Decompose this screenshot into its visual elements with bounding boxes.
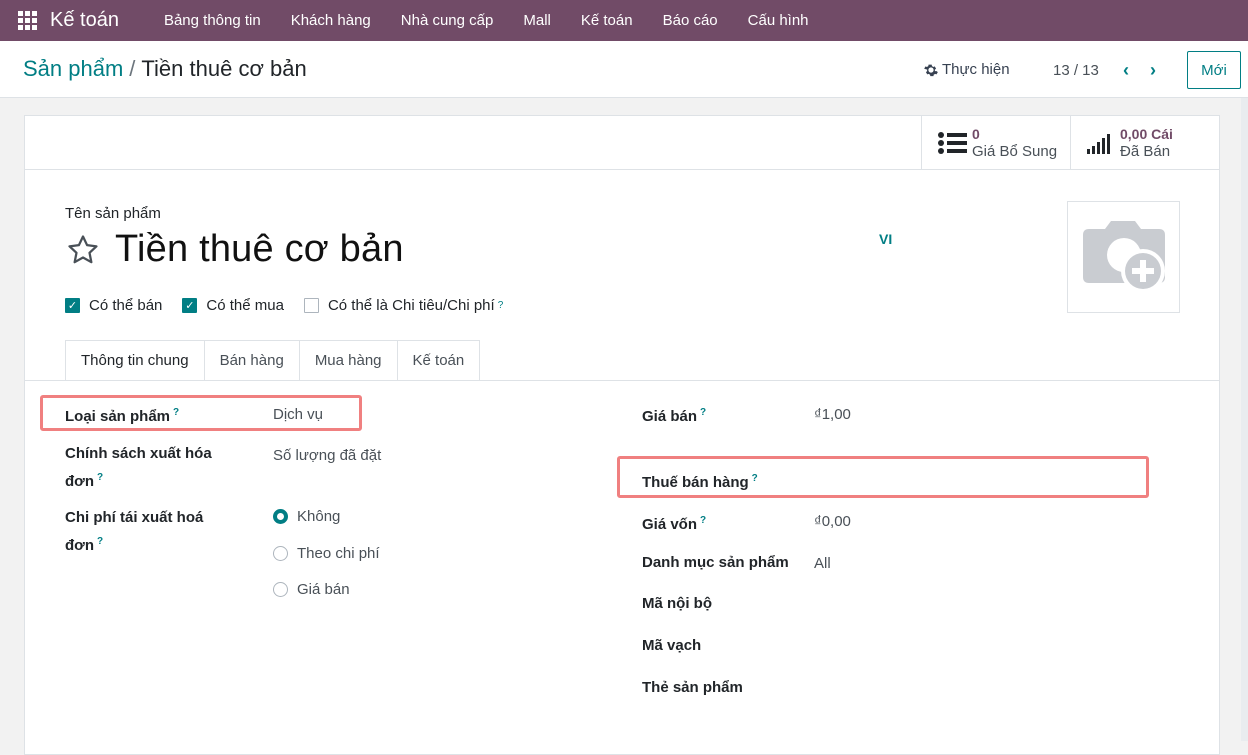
tab-general-information[interactable]: Thông tin chung — [65, 340, 205, 381]
breadcrumb-separator: / — [129, 56, 136, 81]
can-be-expensed-checkbox[interactable]: Có thể là Chi tiêu/Chi phí? — [303, 297, 504, 314]
reinvoice-option-no[interactable]: Không — [273, 508, 340, 525]
cost-label: Giá vốn? — [642, 515, 707, 533]
menu-item-customers[interactable]: Khách hàng — [276, 12, 386, 29]
top-navbar: Kế toán Bảng thông tin Khách hàng Nhà cu… — [0, 0, 1248, 41]
sold-button[interactable]: 0,00 Cái Đã Bán — [1070, 116, 1220, 170]
pager-next-icon[interactable]: › — [1143, 60, 1163, 80]
control-panel: Sản phẩm / Tiền thuê cơ bản Thực hiện 13 /… — [0, 41, 1248, 98]
reinvoice-option-cost[interactable]: Theo chi phí — [273, 545, 380, 562]
invoice-policy-select[interactable]: Số lượng đã đặt — [273, 445, 381, 467]
tab-sales[interactable]: Bán hàng — [204, 340, 300, 381]
main-menu: Bảng thông tin Khách hàng Nhà cung cấp M… — [149, 12, 824, 29]
help-tooltip-icon[interactable]: ? — [498, 300, 504, 311]
reinvoice-option-sales-price[interactable]: Giá bán — [273, 581, 350, 598]
help-tooltip-icon[interactable]: ? — [97, 472, 103, 483]
menu-item-vendors[interactable]: Nhà cung cấp — [386, 12, 509, 29]
can-be-purchased-checkbox[interactable]: ✓ Có thể mua — [182, 297, 284, 314]
pager-previous-icon[interactable]: ‹ — [1116, 60, 1136, 80]
notebook-tabs: Thông tin chung Bán hàng Mua hàng Kế toá… — [65, 340, 481, 381]
pager-value[interactable]: 13 / 13 — [1053, 62, 1099, 79]
extra-prices-button[interactable]: 0 Giá Bổ Sung — [921, 116, 1071, 170]
extra-prices-label: Giá Bổ Sung — [972, 142, 1058, 160]
sales-price-input[interactable]: ₫1,00 — [814, 404, 851, 426]
breadcrumb: Sản phẩm / Tiền thuê cơ bản — [23, 56, 307, 82]
form-sheet: 0 Giá Bổ Sung 0,00 Cái Đã Bán Tên sản ph… — [24, 115, 1220, 755]
star-icon[interactable] — [65, 233, 101, 267]
tab-purchase[interactable]: Mua hàng — [299, 340, 398, 381]
help-tooltip-icon[interactable]: ? — [97, 536, 103, 547]
product-tags-label: Thẻ sản phẩm — [642, 679, 743, 696]
menu-item-configuration[interactable]: Cấu hình — [733, 12, 824, 29]
extra-prices-value: 0 — [972, 125, 980, 142]
product-name-input[interactable]: Tiền thuê cơ bản — [115, 228, 404, 271]
can-be-sold-label: Có thể bán — [89, 297, 163, 314]
can-be-sold-checkbox[interactable]: ✓ Có thể bán — [65, 297, 162, 314]
sold-label: Đã Bán — [1120, 142, 1171, 160]
radio-unselected-icon[interactable] — [273, 546, 288, 561]
language-toggle[interactable]: VI — [879, 231, 892, 247]
product-type-label: Loại sản phẩm? — [65, 407, 180, 425]
sales-price-label: Giá bán? — [642, 407, 707, 425]
product-category-select[interactable]: All — [814, 553, 831, 575]
app-name[interactable]: Kế toán — [50, 9, 119, 32]
internal-reference-label: Mã nội bộ — [642, 595, 712, 612]
list-icon — [938, 132, 967, 154]
cost-input[interactable]: ₫0,00 — [814, 511, 851, 533]
signal-bars-icon — [1087, 134, 1110, 154]
tab-accounting[interactable]: Kế toán — [397, 340, 481, 381]
product-image-upload[interactable] — [1067, 201, 1180, 313]
scrollbar[interactable] — [1241, 98, 1248, 741]
product-title: Tiền thuê cơ bản — [65, 228, 404, 271]
help-tooltip-icon[interactable]: ? — [752, 473, 758, 484]
help-tooltip-icon[interactable]: ? — [700, 515, 706, 526]
radio-selected-icon[interactable] — [273, 509, 288, 524]
product-name-label: Tên sản phẩm — [65, 205, 161, 222]
help-tooltip-icon[interactable]: ? — [700, 407, 706, 418]
action-menu-button[interactable]: Thực hiện — [924, 61, 1010, 78]
apps-grid-icon[interactable] — [16, 10, 38, 32]
reinvoice-policy-label: Chi phí tái xuất hoá đơn? — [65, 509, 204, 554]
action-label: Thực hiện — [942, 61, 1010, 78]
product-category-label: Danh mục sản phẩm — [642, 554, 789, 571]
menu-item-accounting[interactable]: Kế toán — [566, 12, 648, 29]
smart-button-box: 0 Giá Bổ Sung 0,00 Cái Đã Bán — [25, 116, 1219, 170]
breadcrumb-current: Tiền thuê cơ bản — [141, 56, 307, 81]
menu-item-dashboard[interactable]: Bảng thông tin — [149, 12, 276, 29]
sold-value: 0,00 Cái — [1120, 125, 1173, 142]
menu-item-mall[interactable]: Mall — [508, 12, 566, 29]
radio-unselected-icon[interactable] — [273, 582, 288, 597]
breadcrumb-parent[interactable]: Sản phẩm — [23, 56, 123, 81]
reinvoice-option-label: Theo chi phí — [297, 545, 380, 562]
tab-divider — [25, 380, 1219, 381]
can-be-expensed-label: Có thể là Chi tiêu/Chi phí — [327, 297, 495, 314]
help-tooltip-icon[interactable]: ? — [173, 407, 179, 418]
invoice-policy-label: Chính sách xuất hóa đơn? — [65, 445, 212, 490]
can-be-purchased-label: Có thể mua — [206, 297, 284, 314]
menu-item-reports[interactable]: Báo cáo — [648, 12, 733, 29]
product-type-select[interactable]: Dịch vụ — [273, 404, 323, 426]
reinvoice-option-label: Không — [297, 508, 341, 525]
gear-icon — [924, 64, 938, 76]
product-options: ✓ Có thể bán ✓ Có thể mua Có thể là Chi … — [65, 297, 523, 314]
sales-tax-label: Thuế bán hàng? — [642, 473, 758, 491]
barcode-label: Mã vạch — [642, 637, 702, 654]
new-button[interactable]: Mới — [1187, 51, 1241, 89]
checkbox-unchecked-icon[interactable] — [303, 298, 319, 313]
camera-plus-icon — [1082, 221, 1165, 293]
checkbox-checked-icon[interactable]: ✓ — [65, 298, 80, 313]
checkbox-checked-icon[interactable]: ✓ — [182, 298, 198, 313]
reinvoice-option-label: Giá bán — [297, 581, 350, 598]
